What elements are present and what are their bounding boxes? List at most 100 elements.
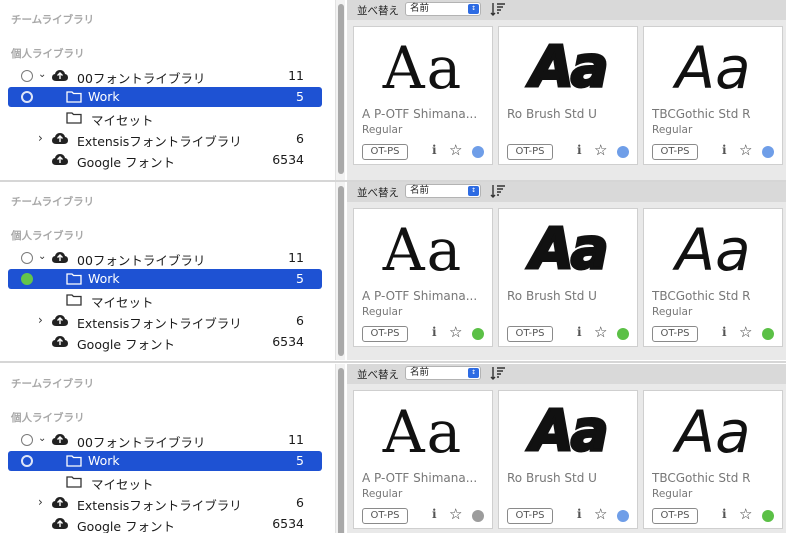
activation-toggle[interactable] (21, 252, 33, 264)
sidebar-item-my-set[interactable]: マイセット (8, 290, 322, 310)
sidebar-item-00-font-library[interactable]: ⌄ 00フォントライブラリ 11 (8, 66, 322, 86)
font-card[interactable]: Aa A P-OTF Shimana... Regular OT-PS i ☆ (353, 26, 493, 165)
team-library-heading: チームライブラリ (11, 14, 95, 26)
info-icon[interactable]: i (577, 507, 582, 521)
info-icon[interactable]: i (432, 507, 437, 521)
sidebar-scrollbar[interactable] (335, 182, 345, 360)
font-sample: Aa (382, 398, 464, 466)
font-card[interactable]: Aa Ro Brush Std U OT-PS i ☆ (498, 390, 638, 529)
chevron-down-icon[interactable]: ⌄ (38, 433, 46, 444)
sidebar-item-google-fonts[interactable]: Google フォント 6534 (8, 514, 322, 533)
activation-status-dot[interactable] (617, 146, 629, 158)
favorite-star-icon[interactable]: ☆ (739, 141, 752, 159)
folder-icon (66, 112, 82, 124)
scrollbar-thumb[interactable] (338, 368, 344, 533)
sidebar-item-label: Extensisフォントライブラリ (77, 316, 242, 331)
scrollbar-thumb[interactable] (338, 4, 344, 174)
font-name: TBCGothic Std R (652, 471, 751, 485)
sidebar-item-00-font-library[interactable]: ⌄ 00フォントライブラリ 11 (8, 248, 322, 268)
font-name: Ro Brush Std U (507, 471, 597, 485)
favorite-star-icon[interactable]: ☆ (594, 505, 607, 523)
activation-toggle[interactable] (21, 273, 33, 285)
font-name: Ro Brush Std U (507, 289, 597, 303)
font-grid-area: 並べ替え 名前 ↕ Aa A P-OTF Shimana... Regular O… (347, 0, 786, 180)
cloud-folder-icon (52, 315, 68, 326)
chevron-down-icon[interactable]: ⌄ (38, 251, 46, 262)
info-icon[interactable]: i (577, 325, 582, 339)
activation-status-dot[interactable] (617, 328, 629, 340)
favorite-star-icon[interactable]: ☆ (739, 505, 752, 523)
font-sample: Aa (675, 34, 751, 102)
info-icon[interactable]: i (577, 143, 582, 157)
item-count: 5 (296, 271, 304, 286)
activation-toggle[interactable] (21, 434, 33, 446)
info-icon[interactable]: i (722, 325, 727, 339)
font-sample: Aa (529, 216, 610, 284)
chevron-right-icon[interactable]: › (38, 131, 43, 145)
cloud-folder-icon (52, 133, 68, 144)
font-card[interactable]: Aa Ro Brush Std U OT-PS i ☆ (498, 208, 638, 347)
sidebar-item-extensis-library[interactable]: › Extensisフォントライブラリ 6 (8, 493, 322, 513)
favorite-star-icon[interactable]: ☆ (594, 141, 607, 159)
chevron-right-icon[interactable]: › (38, 313, 43, 327)
sidebar-item-google-fonts[interactable]: Google フォント 6534 (8, 150, 322, 170)
sidebar-item-google-fonts[interactable]: Google フォント 6534 (8, 332, 322, 352)
font-card[interactable]: Aa A P-OTF Shimana... Regular OT-PS i ☆ (353, 208, 493, 347)
sidebar-item-extensis-library[interactable]: › Extensisフォントライブラリ 6 (8, 129, 322, 149)
activation-status-dot[interactable] (617, 510, 629, 522)
format-badge: OT-PS (507, 508, 553, 524)
sort-order-icon[interactable] (490, 365, 506, 381)
cloud-folder-icon (52, 252, 68, 263)
sort-select[interactable]: 名前 ↕ (405, 184, 481, 198)
activation-status-dot[interactable] (472, 146, 484, 158)
folder-icon (66, 91, 82, 103)
sidebar-item-my-set[interactable]: マイセット (8, 108, 322, 128)
font-card[interactable]: Aa Ro Brush Std U OT-PS i ☆ (498, 26, 638, 165)
sidebar-item-label: Work (88, 89, 120, 104)
sidebar-item-00-font-library[interactable]: ⌄ 00フォントライブラリ 11 (8, 430, 322, 450)
chevron-right-icon[interactable]: › (38, 495, 43, 509)
sort-select[interactable]: 名前 ↕ (405, 366, 481, 380)
font-card[interactable]: Aa A P-OTF Shimana... Regular OT-PS i ☆ (353, 390, 493, 529)
info-icon[interactable]: i (432, 325, 437, 339)
sort-select[interactable]: 名前 ↕ (405, 2, 481, 16)
favorite-star-icon[interactable]: ☆ (449, 505, 462, 523)
sort-order-icon[interactable] (490, 183, 506, 199)
cloud-folder-icon (52, 154, 68, 165)
activation-toggle[interactable] (21, 91, 33, 103)
favorite-star-icon[interactable]: ☆ (449, 141, 462, 159)
favorite-star-icon[interactable]: ☆ (739, 323, 752, 341)
item-count: 5 (296, 453, 304, 468)
sort-order-icon[interactable] (490, 1, 506, 17)
activation-toggle[interactable] (21, 70, 33, 82)
sidebar-scrollbar[interactable] (335, 364, 345, 533)
info-icon[interactable]: i (722, 507, 727, 521)
sidebar-item-my-set[interactable]: マイセット (8, 472, 322, 492)
font-card[interactable]: Aa TBCGothic Std R Regular OT-PS i ☆ (643, 208, 783, 347)
favorite-star-icon[interactable]: ☆ (594, 323, 607, 341)
library-sidebar: チームライブラリ 個人ライブラリ ⌄ 00フォントライブラリ 11 Work 5… (0, 364, 333, 533)
sidebar-item-extensis-library[interactable]: › Extensisフォントライブラリ 6 (8, 311, 322, 331)
font-card[interactable]: Aa TBCGothic Std R Regular OT-PS i ☆ (643, 390, 783, 529)
activation-status-dot[interactable] (762, 146, 774, 158)
font-card[interactable]: Aa TBCGothic Std R Regular OT-PS i ☆ (643, 26, 783, 165)
sort-select-value: 名前 (410, 367, 430, 378)
info-icon[interactable]: i (722, 143, 727, 157)
panel-divider (0, 361, 786, 363)
activation-status-dot[interactable] (762, 328, 774, 340)
sidebar-item-work[interactable]: Work 5 (8, 451, 322, 471)
sidebar-item-work[interactable]: Work 5 (8, 269, 322, 289)
sidebar-scrollbar[interactable] (335, 0, 345, 180)
chevron-down-icon[interactable]: ⌄ (38, 69, 46, 80)
favorite-star-icon[interactable]: ☆ (449, 323, 462, 341)
activation-toggle[interactable] (21, 455, 33, 467)
item-count: 6 (296, 495, 304, 510)
activation-status-dot[interactable] (472, 328, 484, 340)
font-grid-area: 並べ替え 名前 ↕ Aa A P-OTF Shimana... Regular O… (347, 364, 786, 533)
sidebar-item-work[interactable]: Work 5 (8, 87, 322, 107)
scrollbar-thumb[interactable] (338, 186, 344, 356)
activation-status-dot[interactable] (762, 510, 774, 522)
sidebar-item-label: マイセット (91, 295, 154, 310)
activation-status-dot[interactable] (472, 510, 484, 522)
info-icon[interactable]: i (432, 143, 437, 157)
